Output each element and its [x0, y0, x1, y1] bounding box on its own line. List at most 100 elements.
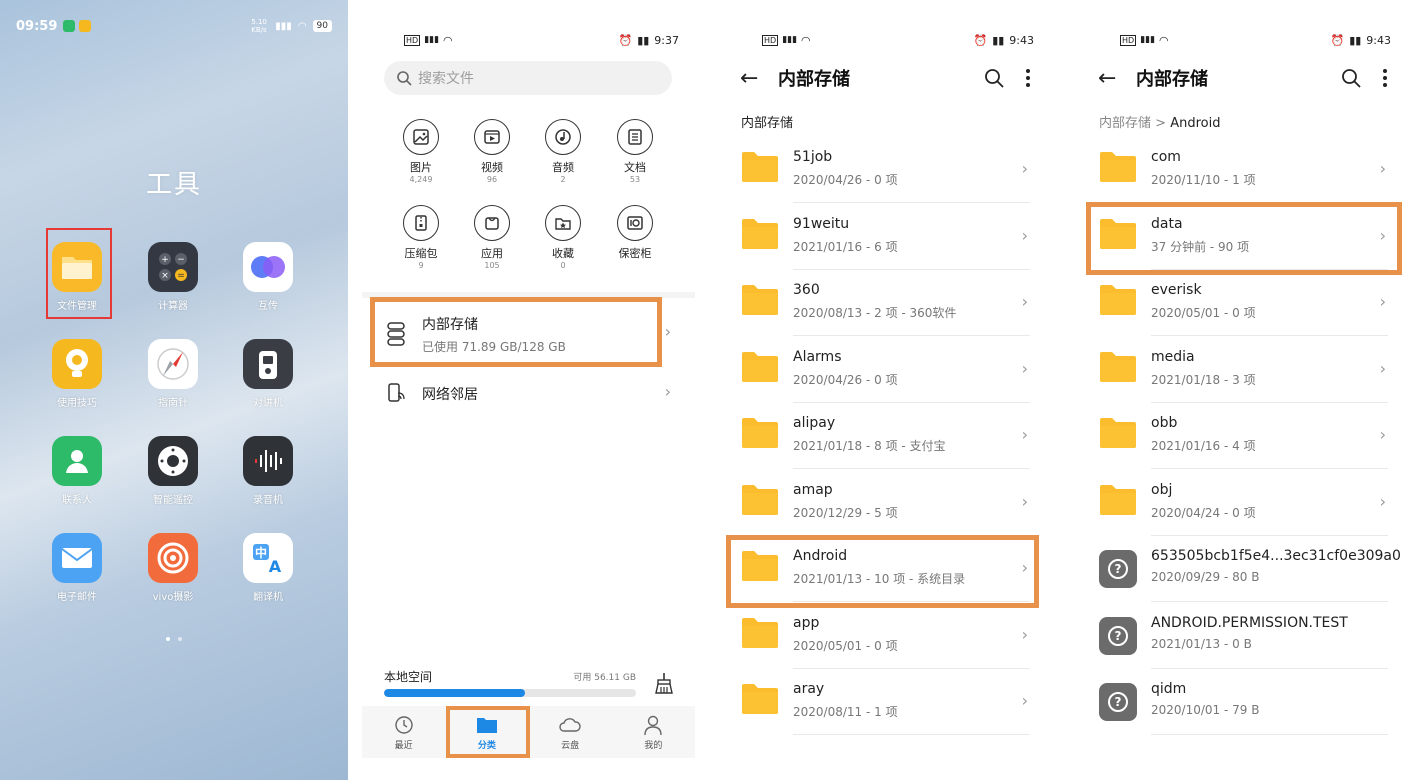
svg-text:−: −: [177, 255, 185, 265]
app-calculator[interactable]: + − × = 计算器: [138, 242, 208, 312]
breadcrumb-root[interactable]: 内部存储: [741, 116, 793, 131]
status-bar: HD ▮▮▮ ◠ ⏰ ▮▮ 9:37: [404, 32, 679, 48]
item-meta: 2020/10/01 - 79 B: [1151, 703, 1260, 717]
chevron-right-icon: ›: [1379, 425, 1386, 444]
app-contacts[interactable]: 联系人: [42, 436, 112, 506]
folder-row[interactable]: Alarms 2020/04/26 - 0 项 ›: [720, 337, 1050, 403]
item-name: everisk: [1151, 282, 1202, 298]
app-walkie-talkie[interactable]: 对讲机: [233, 339, 303, 409]
status-time: 9:43: [1009, 33, 1034, 47]
tab-recent[interactable]: 最近: [362, 706, 445, 758]
app-label: vivo摄影: [152, 592, 194, 603]
category-images[interactable]: 图片 4,249: [391, 119, 451, 185]
safe-icon: [617, 205, 653, 241]
folder-row[interactable]: amap 2020/12/29 - 5 项 ›: [720, 470, 1050, 536]
app-tips[interactable]: 使用技巧: [42, 339, 112, 409]
back-arrow-icon[interactable]: ←: [1098, 66, 1122, 91]
folder-row[interactable]: 360 2020/08/13 - 2 项 - 360软件 ›: [720, 270, 1050, 336]
app-recorder[interactable]: 录音机: [233, 436, 303, 506]
category-audio[interactable]: 音频 2: [533, 119, 593, 185]
more-options-icon[interactable]: [1383, 69, 1387, 87]
walkie-talkie-icon: [243, 339, 293, 389]
category-documents[interactable]: 文档 53: [605, 119, 665, 185]
search-icon[interactable]: [984, 68, 1004, 88]
selection-highlight: [1086, 202, 1402, 275]
unknown-file-icon: ?: [1099, 550, 1137, 588]
app-transfer[interactable]: 互传: [233, 242, 303, 312]
item-meta: 2021/01/16 - 4 项: [1151, 439, 1256, 453]
app-camera[interactable]: vivo摄影: [138, 533, 208, 603]
folder-row[interactable]: obb 2021/01/16 - 4 项 ›: [1078, 403, 1407, 469]
folder-row[interactable]: com 2020/11/10 - 1 项 ›: [1078, 137, 1407, 203]
folder-icon: [1099, 351, 1137, 387]
wifi-icon: ◠: [1159, 33, 1169, 47]
breadcrumb-root[interactable]: 内部存储: [1099, 116, 1151, 131]
tab-label: 我的: [644, 741, 663, 751]
page-title: 内部存储: [1136, 69, 1208, 90]
file-row[interactable]: ? qidm 2020/10/01 - 79 B: [1078, 669, 1407, 735]
app-compass[interactable]: 指南针: [138, 339, 208, 409]
category-favorites[interactable]: 收藏 0: [533, 205, 593, 271]
app-label: 对讲机: [253, 398, 283, 409]
back-arrow-icon[interactable]: ←: [740, 66, 764, 91]
svg-text:A: A: [269, 557, 282, 576]
file-row[interactable]: ? 653505bcb1f5e4...3ec31cf0e309a0 2020/09/…: [1078, 536, 1407, 602]
unknown-file-icon: ?: [1099, 683, 1137, 721]
compass-icon: [148, 339, 198, 389]
folder-icon: [741, 218, 779, 254]
category-videos[interactable]: 视频 96: [462, 119, 522, 185]
storage-progress-fill: [384, 689, 526, 697]
app-email[interactable]: 电子邮件: [42, 533, 112, 603]
folder-row[interactable]: obj 2020/04/24 - 0 项 ›: [1078, 470, 1407, 536]
folder-row[interactable]: everisk 2020/05/01 - 0 项 ›: [1078, 270, 1407, 336]
item-meta: 2021/01/16 - 6 项: [793, 239, 898, 254]
translate-icon: 中A: [243, 533, 293, 583]
local-space-panel: 本地空间 可用 56.11 GB: [384, 668, 674, 697]
battery-indicator: 90: [312, 20, 332, 32]
document-icon: [617, 119, 653, 155]
category-name: 保密柜: [618, 247, 652, 260]
category-archives[interactable]: 压缩包 9: [391, 205, 451, 271]
status-bar: HD ▮▮▮ ◠ ⏰ ▮▮ 9:43: [1120, 32, 1391, 48]
category-name: 压缩包: [404, 247, 438, 260]
tab-label: 云盘: [561, 741, 580, 751]
category-count: 53: [629, 175, 641, 184]
home-screen: 09:59 5.10 KB/s ▮▮▮ ◠ 90 工具 文件管理 + − × = 计算…: [0, 0, 348, 780]
search-icon[interactable]: [1341, 68, 1361, 88]
folder-row[interactable]: app 2020/05/01 - 0 项 ›: [720, 603, 1050, 669]
folder-row[interactable]: 51job 2020/04/26 - 0 项 ›: [720, 137, 1050, 203]
app-file-manager[interactable]: 文件管理: [42, 242, 112, 312]
item-meta: 2020/04/26 - 0 项: [793, 372, 898, 387]
app-label: 计算器: [158, 301, 188, 312]
item-meta: 2020/05/01 - 0 项: [1151, 306, 1256, 320]
folder-row[interactable]: media 2021/01/18 - 3 项 ›: [1078, 337, 1407, 403]
chevron-right-icon: ›: [1021, 358, 1028, 378]
search-input[interactable]: 搜索文件: [384, 61, 672, 95]
tab-cloud[interactable]: 云盘: [529, 706, 612, 758]
row-divider: [793, 734, 1030, 735]
hd-icon: HD: [404, 34, 421, 46]
more-options-icon[interactable]: [1026, 69, 1030, 87]
app-smart-remote[interactable]: 智能遥控: [138, 436, 208, 506]
tab-mine[interactable]: 我的: [612, 706, 695, 758]
breadcrumb: 内部存储 > Android: [1099, 112, 1220, 131]
app-translator[interactable]: 中A 翻译机: [233, 533, 303, 603]
item-meta: 2020/04/24 - 0 项: [1151, 505, 1256, 520]
folder-row[interactable]: alipay 2021/01/18 - 8 项 - 支付宝 ›: [720, 403, 1050, 469]
category-count: 105: [484, 261, 500, 270]
file-row[interactable]: ? ANDROID.PERMISSION.TEST 2021/01/13 - 0 B: [1078, 603, 1407, 669]
folder-icon: [741, 484, 779, 520]
category-name: 收藏: [552, 247, 574, 260]
folder-row[interactable]: aray 2020/08/11 - 1 项 ›: [720, 669, 1050, 735]
cloud-icon: [559, 718, 581, 732]
battery-icon: ▮▮: [1349, 33, 1362, 47]
item-meta: 2020/08/13 - 2 项 - 360软件: [793, 306, 957, 320]
clean-broom-icon[interactable]: [654, 672, 674, 694]
folder-row[interactable]: 91weitu 2021/01/16 - 6 项 ›: [720, 204, 1050, 270]
category-safe[interactable]: 保密柜: [605, 205, 665, 260]
network-neighborhood-item[interactable]: 网络邻居 ›: [362, 372, 695, 414]
breadcrumb: 内部存储: [741, 112, 793, 131]
favorite-icon: [545, 205, 581, 241]
local-space-label: 本地空间: [384, 670, 433, 684]
category-apps[interactable]: 应用 105: [462, 205, 522, 271]
